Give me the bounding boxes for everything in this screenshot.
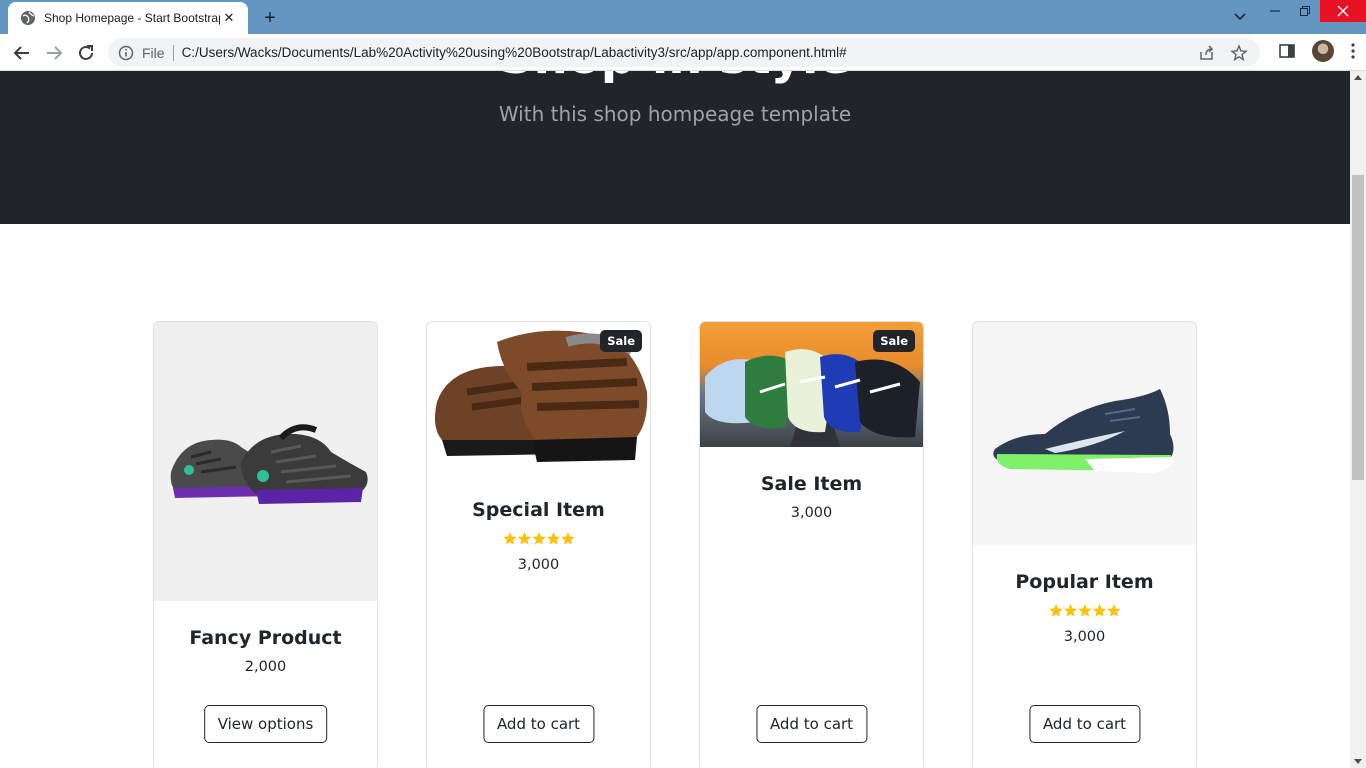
page-viewport: Shop in style With this shop hompeage te… (0, 71, 1350, 768)
restore-button[interactable] (1290, 0, 1320, 22)
address-bar[interactable]: File C:/Users/Wacks/Documents/Lab%20Acti… (108, 38, 1260, 67)
page-scrollbar[interactable] (1350, 71, 1366, 768)
product-card: Fancy Product 2,000 View options (153, 321, 378, 768)
browser-tab-bar: Shop Homepage - Start Bootstrap ✕ + (0, 0, 1366, 34)
scroll-up-icon[interactable] (1354, 75, 1362, 80)
sale-badge: Sale (873, 330, 915, 352)
product-image (154, 322, 377, 601)
minimize-button[interactable] (1260, 0, 1290, 22)
star-icon (1077, 604, 1092, 617)
star-icon (560, 532, 575, 545)
add-to-cart-button[interactable]: Add to cart (755, 705, 868, 743)
product-price: 2,000 (244, 659, 287, 675)
product-price: 3,000 (790, 505, 833, 521)
star-rating-icon (1048, 604, 1121, 617)
product-card: Popular Item 3,000 Add to cart (972, 321, 1197, 768)
close-tab-icon[interactable]: ✕ (220, 9, 238, 27)
product-card: Sale Special Item 3,000 Add to cart (426, 321, 651, 768)
star-icon (1048, 604, 1063, 617)
star-icon (546, 532, 560, 545)
globe-icon (21, 11, 35, 25)
close-window-button[interactable] (1320, 0, 1366, 22)
star-icon (1106, 604, 1121, 617)
product-name: Sale Item (760, 473, 863, 495)
arrow-left-icon (13, 46, 29, 60)
sale-badge: Sale (600, 330, 642, 352)
minimize-icon (1270, 10, 1280, 12)
arrow-right-icon (47, 46, 63, 60)
sneaker-image (170, 423, 368, 504)
running-shoe-image (992, 388, 1173, 473)
close-icon (1337, 5, 1349, 17)
scroll-down-icon[interactable] (1354, 759, 1362, 764)
product-price: 3,000 (517, 557, 560, 573)
star-icon (531, 532, 546, 545)
restore-icon (1300, 6, 1310, 16)
share-icon[interactable] (1198, 44, 1216, 62)
url-text[interactable]: C:/Users/Wacks/Documents/Lab%20Activity%… (182, 45, 847, 60)
info-icon[interactable] (118, 45, 134, 61)
window-controls (1260, 0, 1366, 34)
rating-stars (973, 603, 1196, 619)
reload-button[interactable] (73, 40, 99, 66)
forward-button[interactable] (41, 40, 67, 66)
browser-toolbar: File C:/Users/Wacks/Documents/Lab%20Acti… (0, 34, 1366, 71)
back-button[interactable] (9, 40, 35, 66)
product-name: Popular Item (1015, 571, 1154, 593)
view-options-button[interactable]: View options (203, 705, 328, 743)
product-image (973, 322, 1196, 545)
star-icon (502, 532, 517, 545)
more-menu-icon[interactable] (1350, 42, 1356, 60)
star-rating-icon (502, 532, 575, 545)
side-panel-icon[interactable] (1278, 42, 1296, 60)
hero-subtitle: With this shop hompeage template (498, 102, 852, 126)
bookmark-star-icon[interactable] (1230, 44, 1248, 62)
chevron-down-icon[interactable] (1230, 8, 1250, 26)
reload-icon (79, 45, 93, 60)
star-icon (1063, 604, 1077, 617)
hero-header: Shop in style With this shop hompeage te… (0, 71, 1350, 224)
scrollbar-thumb[interactable] (1352, 175, 1364, 480)
hero-title: Shop in style (0, 71, 1350, 85)
product-name: Special Item (472, 499, 605, 521)
new-tab-button[interactable]: + (258, 6, 282, 30)
tab-title: Shop Homepage - Start Bootstrap (44, 11, 220, 25)
profile-avatar[interactable] (1312, 40, 1334, 62)
rating-stars (427, 531, 650, 547)
add-to-cart-button[interactable]: Add to cart (482, 705, 595, 743)
browser-tab[interactable]: Shop Homepage - Start Bootstrap ✕ (8, 2, 248, 34)
add-to-cart-button[interactable]: Add to cart (1028, 705, 1141, 743)
product-price: 3,000 (1063, 629, 1106, 645)
star-icon (517, 532, 531, 545)
url-scheme-label: File (142, 44, 174, 61)
star-icon (1092, 604, 1106, 617)
product-name: Fancy Product (189, 627, 342, 649)
product-card: Sale Sale Item 3,000 Add to cart (699, 321, 924, 768)
